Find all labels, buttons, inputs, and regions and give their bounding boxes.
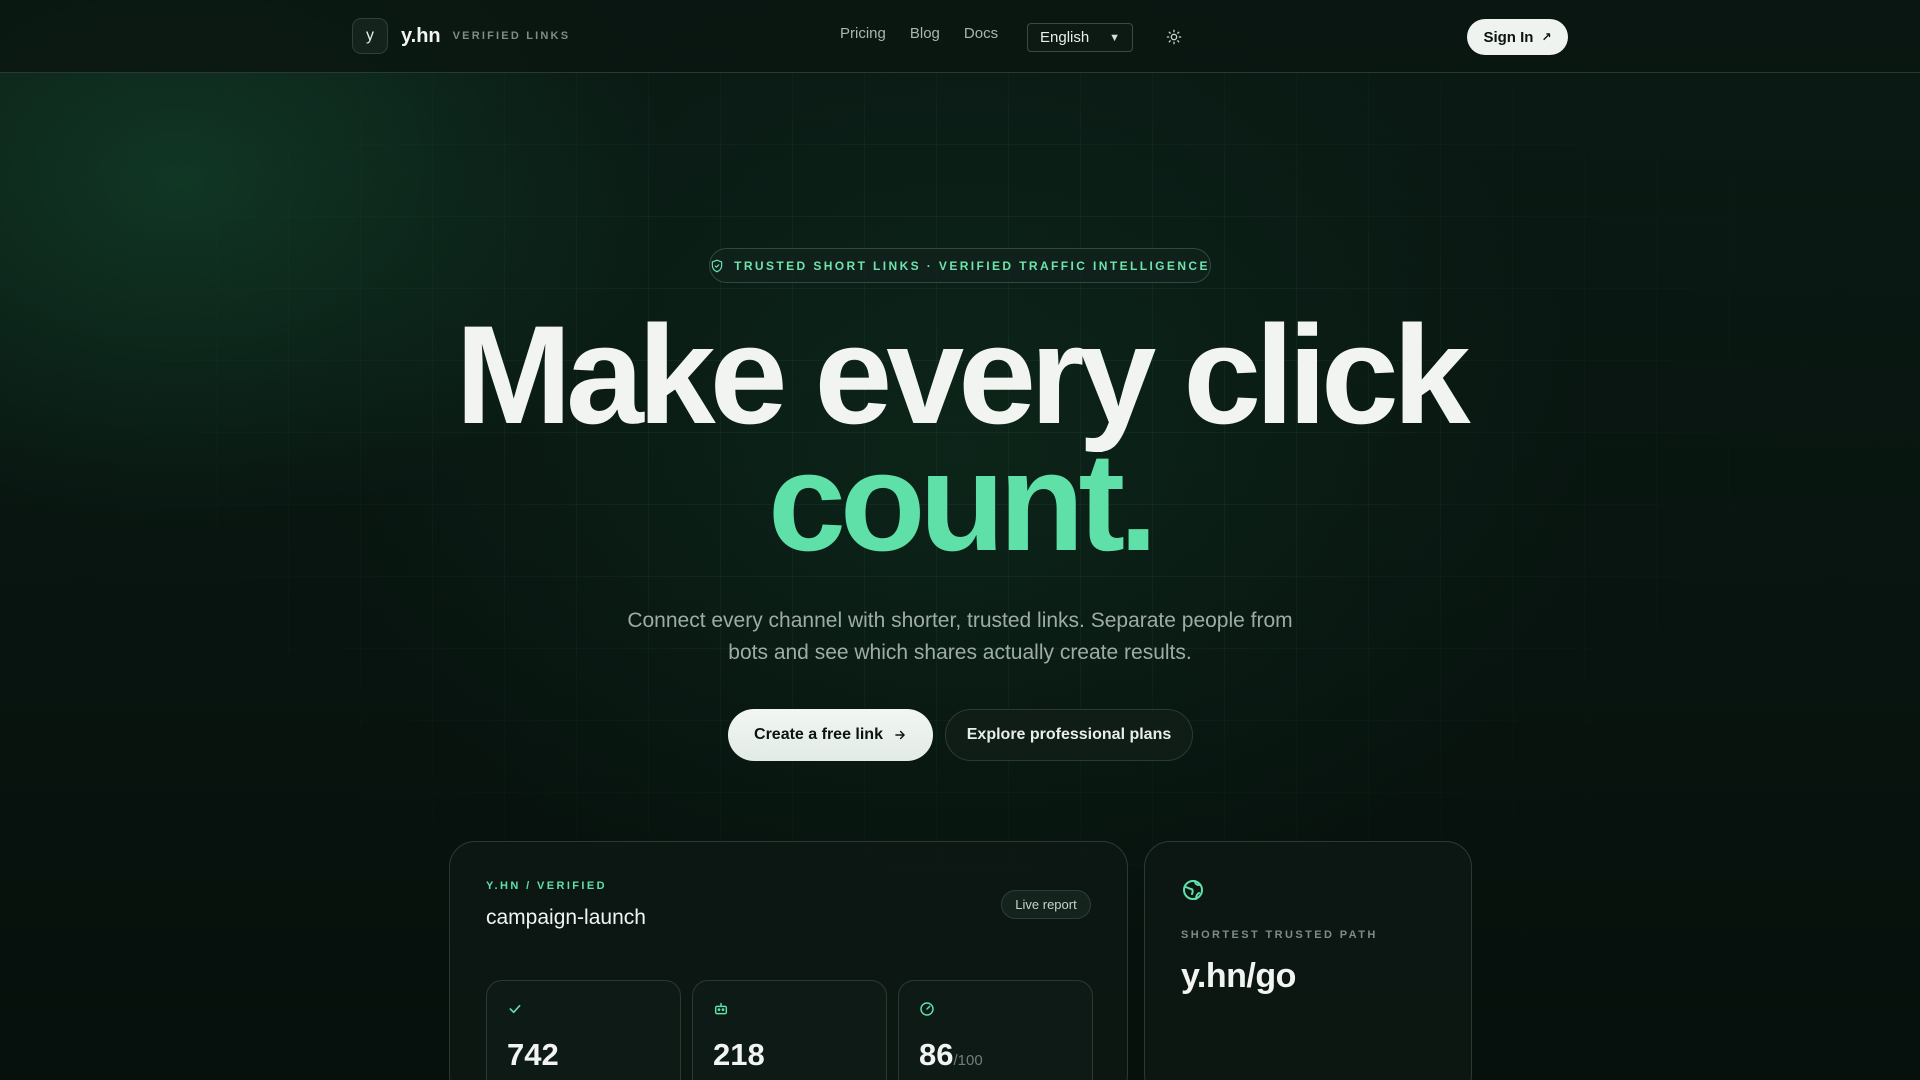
explore-plans-button[interactable]: Explore professional plans xyxy=(945,709,1193,761)
report-card-title: campaign-launch xyxy=(486,906,646,929)
trusted-path-value: y.hn/go xyxy=(1181,957,1296,995)
trusted-path-card: SHORTEST TRUSTED PATH y.hn/go xyxy=(1144,841,1472,1080)
shield-check-icon xyxy=(711,259,723,272)
hero-headline-accent: count. xyxy=(768,423,1158,580)
stat-card-score: 86/100 xyxy=(898,980,1093,1080)
stat-card-bots: 218 xyxy=(692,980,887,1080)
language-select[interactable]: English ▼ xyxy=(1027,23,1133,52)
hero-badge-text: TRUSTED SHORT LINKS · VERIFIED TRAFFIC I… xyxy=(734,258,1210,273)
main-nav: Pricing Blog Docs xyxy=(840,25,1022,42)
campaign-report-card: Y.HN / VERIFIED campaign-launch Live rep… xyxy=(449,841,1128,1080)
stat-value: 218 xyxy=(713,1037,765,1072)
arrow-right-icon xyxy=(895,730,905,740)
nav-link-blog[interactable]: Blog xyxy=(910,25,940,42)
stat-value: 86/100 xyxy=(919,1037,983,1072)
gauge-icon xyxy=(920,1002,934,1016)
trusted-path-label: SHORTEST TRUSTED PATH xyxy=(1181,929,1378,941)
check-icon xyxy=(509,1004,521,1014)
chevron-down-icon: ▼ xyxy=(1109,31,1120,44)
globe-icon xyxy=(1183,880,1203,900)
sign-in-label: Sign In xyxy=(1483,28,1534,46)
hero-badge: TRUSTED SHORT LINKS · VERIFIED TRAFFIC I… xyxy=(709,248,1211,283)
hero-subtitle: Connect every channel with shorter, trus… xyxy=(627,609,1293,664)
brand-name: y.hn xyxy=(401,24,441,47)
nav-link-pricing[interactable]: Pricing xyxy=(840,25,886,42)
bot-icon xyxy=(714,1002,728,1015)
report-card-eyebrow: Y.HN / VERIFIED xyxy=(486,880,607,892)
create-free-link-button[interactable]: Create a free link xyxy=(728,709,933,761)
arrow-up-right-icon: ↗ xyxy=(1541,30,1552,44)
sun-icon xyxy=(1166,29,1182,45)
top-navigation-bar: y y.hn VERIFIED LINKS Pricing Blog Docs … xyxy=(0,0,1920,73)
theme-toggle-button[interactable] xyxy=(1163,26,1185,48)
brand-logo-mark: y xyxy=(352,18,388,54)
live-report-badge[interactable]: Live report xyxy=(1001,890,1091,919)
brand-tagline: VERIFIED LINKS xyxy=(452,30,571,42)
brand[interactable]: y y.hn VERIFIED LINKS xyxy=(352,18,570,54)
explore-plans-label: Explore professional plans xyxy=(966,726,1172,743)
language-select-value: English xyxy=(1040,29,1090,46)
stat-card-verified: 742 xyxy=(486,980,681,1080)
stat-value: 742 xyxy=(507,1037,559,1072)
sign-in-button[interactable]: Sign In ↗ xyxy=(1467,19,1568,55)
nav-link-docs[interactable]: Docs xyxy=(964,25,998,42)
create-free-link-label: Create a free link xyxy=(754,726,883,743)
stat-unit: /100 xyxy=(953,1052,983,1069)
